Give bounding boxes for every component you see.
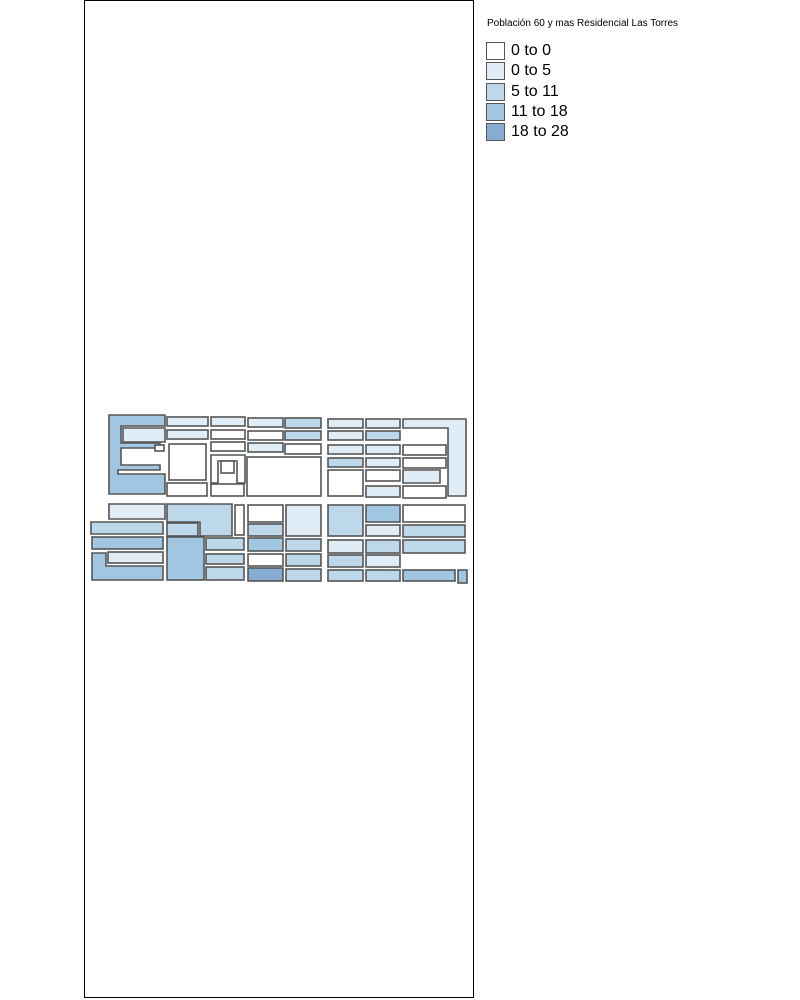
map-block <box>284 443 322 455</box>
map-block <box>90 521 164 535</box>
map-block <box>166 416 209 427</box>
map-block <box>247 567 284 582</box>
map-block <box>365 457 401 468</box>
legend-title: Población 60 y mas Residencial Las Torre… <box>487 18 679 29</box>
legend-label: 18 to 28 <box>511 123 569 141</box>
map-block <box>365 504 401 523</box>
map-block <box>285 568 322 582</box>
map-block <box>365 485 401 498</box>
map-block <box>402 444 447 456</box>
map-block <box>402 485 447 499</box>
map-block <box>247 553 284 567</box>
map-block <box>166 522 199 537</box>
map-block <box>166 482 208 497</box>
map-block <box>108 503 166 520</box>
legend-swatch <box>486 82 505 101</box>
legend-row: 11 to 18 <box>486 102 786 122</box>
map-block <box>402 524 466 538</box>
map-block <box>327 569 364 582</box>
map-block <box>91 536 164 550</box>
map-block <box>107 551 164 564</box>
map-block <box>402 569 456 582</box>
legend-row: 0 to 0 <box>486 41 786 61</box>
map-block <box>247 430 284 441</box>
map-block <box>402 504 466 523</box>
map-block <box>402 469 441 484</box>
map-block <box>205 566 245 581</box>
map-block <box>210 441 246 452</box>
map-block <box>168 443 207 481</box>
map-block <box>327 539 364 554</box>
map-block <box>247 537 284 552</box>
map-block <box>327 444 364 455</box>
map-block <box>122 427 166 443</box>
map-block <box>285 538 322 552</box>
legend-label: 0 to 0 <box>511 42 552 60</box>
legend-label: 11 to 18 <box>511 103 568 121</box>
map-block <box>210 429 246 440</box>
map-block <box>285 553 322 567</box>
choropleth-map <box>90 414 468 584</box>
map-block <box>108 414 166 495</box>
legend-row: 0 to 5 <box>486 61 786 81</box>
map-block <box>457 569 468 584</box>
legend-swatch <box>486 62 505 81</box>
map-block <box>327 504 364 537</box>
map-block <box>166 536 205 581</box>
map-block <box>365 524 401 537</box>
map-block <box>284 417 322 429</box>
map-block <box>402 539 466 554</box>
map-block <box>365 430 401 441</box>
map-block <box>365 569 401 582</box>
legend: Población 60 y mas Residencial Las Torre… <box>486 18 786 142</box>
map-block <box>247 504 284 523</box>
map-block <box>166 429 209 440</box>
map-block <box>205 537 245 551</box>
legend-label: 0 to 5 <box>511 62 552 80</box>
map-block <box>247 442 284 453</box>
map-block <box>205 553 245 565</box>
map-block <box>284 430 322 441</box>
map-block <box>234 504 245 536</box>
map-block <box>210 483 245 497</box>
map-block <box>210 416 246 427</box>
legend-row: 18 to 28 <box>486 122 786 142</box>
legend-label: 5 to 11 <box>511 82 559 100</box>
map-block <box>247 417 284 428</box>
map-block <box>365 539 401 554</box>
map-block <box>365 444 401 455</box>
map-block <box>154 444 165 452</box>
map-block <box>402 457 447 469</box>
map-block <box>365 418 401 429</box>
legend-swatch <box>486 123 505 142</box>
map-block <box>327 457 364 468</box>
map-block <box>327 554 364 568</box>
map-block <box>246 456 322 497</box>
map-block <box>247 523 284 537</box>
map-block <box>285 504 322 537</box>
map-block <box>365 554 401 568</box>
legend-swatch <box>486 42 505 61</box>
map-block <box>220 460 235 474</box>
map-block <box>327 469 364 497</box>
legend-row: 5 to 11 <box>486 82 786 102</box>
map-block <box>365 469 401 482</box>
map-block <box>327 418 364 429</box>
map-block <box>327 430 364 441</box>
legend-swatch <box>486 103 505 122</box>
